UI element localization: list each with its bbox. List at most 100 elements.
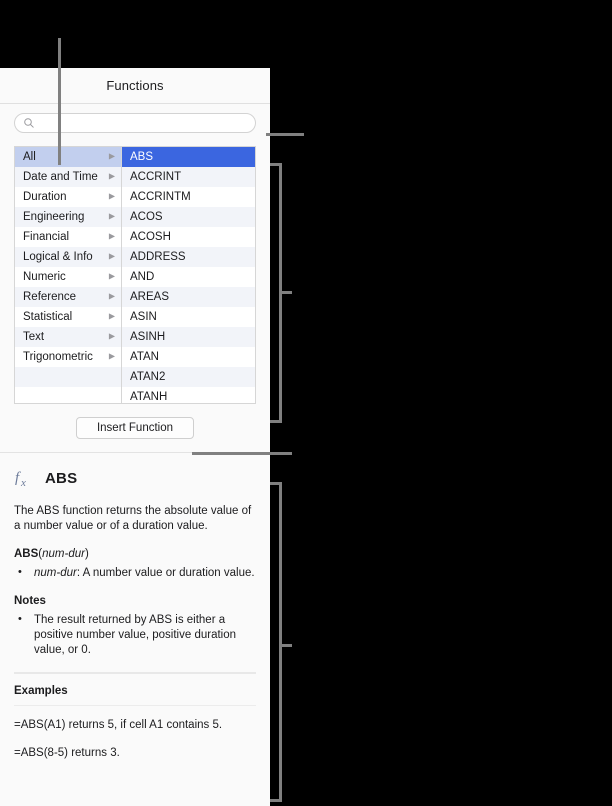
category-row[interactable]: Numeric ▶	[15, 267, 121, 287]
category-label: Statistical	[23, 311, 73, 323]
insert-row: Insert Function	[0, 417, 270, 439]
function-row[interactable]: ASIN	[122, 307, 255, 327]
category-row-empty	[15, 367, 121, 387]
function-browser: All ▶ Date and Time ▶ Duration ▶ Engineering ▶ F…	[14, 146, 256, 404]
chevron-right-icon[interactable]: ▶	[109, 312, 115, 321]
function-label: ATANH	[130, 391, 168, 403]
function-row[interactable]: ACOS	[122, 207, 255, 227]
callout-bracket-list-bottom	[270, 420, 282, 423]
function-label: ASINH	[130, 331, 166, 343]
examples-heading: Examples	[14, 685, 68, 697]
chevron-right-icon[interactable]: ▶	[109, 332, 115, 341]
insert-function-button[interactable]: Insert Function	[75, 417, 195, 439]
callout-bracket-help-bottom	[270, 799, 282, 802]
function-row[interactable]: ADDRESS	[122, 247, 255, 267]
category-label: Logical & Info	[23, 251, 93, 263]
callout-bracket-help-tick	[282, 644, 292, 647]
callout-bracket-list-top	[270, 163, 282, 166]
category-row-empty	[15, 387, 121, 403]
search-row	[0, 104, 270, 141]
divider	[14, 705, 256, 706]
function-label: AREAS	[130, 291, 169, 303]
category-label: Numeric	[23, 271, 66, 283]
fx-icon: f x	[15, 470, 26, 489]
category-row[interactable]: Reference ▶	[15, 287, 121, 307]
callout-line-search-horizontal	[266, 133, 304, 136]
function-row[interactable]: ABS	[122, 147, 255, 167]
category-row[interactable]: Statistical ▶	[15, 307, 121, 327]
category-label: Reference	[23, 291, 77, 303]
syntax-function-name: ABS	[14, 548, 39, 560]
help-header: f x ABS	[14, 467, 256, 490]
chevron-right-icon[interactable]: ▶	[109, 212, 115, 221]
examples-list: =ABS(A1) returns 5, if cell A1 contains …	[14, 718, 256, 761]
search-field[interactable]	[14, 112, 256, 133]
category-row[interactable]: Trigonometric ▶	[15, 347, 121, 367]
function-row[interactable]: ATAN	[122, 347, 255, 367]
chevron-right-icon[interactable]: ▶	[109, 352, 115, 361]
function-label: AND	[130, 271, 155, 283]
chevron-right-icon[interactable]: ▶	[109, 152, 115, 161]
function-row[interactable]: ACCRINT	[122, 167, 255, 187]
divider	[14, 672, 256, 674]
category-row[interactable]: Text ▶	[15, 327, 121, 347]
example-line: =ABS(A1) returns 5, if cell A1 contains …	[14, 719, 223, 731]
search-input[interactable]	[39, 114, 249, 131]
svg-text:x: x	[20, 477, 26, 489]
function-row[interactable]: ATAN2	[122, 367, 255, 387]
function-label: ATAN2	[130, 371, 166, 383]
syntax-argument: num-dur	[42, 548, 85, 560]
page-title: Functions	[106, 78, 164, 93]
function-list[interactable]: ABS ACCRINT ACCRINTM ACOS ACOSH ADDRESS AND ARE…	[122, 147, 255, 403]
category-label: All	[23, 151, 36, 163]
function-row[interactable]: ASINH	[122, 327, 255, 347]
category-list[interactable]: All ▶ Date and Time ▶ Duration ▶ Engineering ▶ F…	[15, 147, 122, 403]
chevron-right-icon[interactable]: ▶	[109, 232, 115, 241]
category-row[interactable]: Date and Time ▶	[15, 167, 121, 187]
callout-line-search-vertical	[58, 38, 61, 165]
category-row[interactable]: All ▶	[15, 147, 121, 167]
functions-panel: Functions All ▶ Date and Time ▶ Duration ▶ Eng…	[0, 68, 270, 806]
parameter-item: num-dur: A number value or duration valu…	[14, 565, 256, 581]
category-label: Text	[23, 331, 45, 343]
function-label: ACCRINTM	[130, 191, 191, 203]
help-function-name: ABS	[45, 469, 78, 487]
example-line: =ABS(8-5) returns 3.	[14, 747, 120, 759]
callout-bracket-help-top	[270, 482, 282, 485]
chevron-right-icon[interactable]: ▶	[109, 252, 115, 261]
category-row[interactable]: Financial ▶	[15, 227, 121, 247]
category-label: Financial	[23, 231, 70, 243]
category-row[interactable]: Duration ▶	[15, 187, 121, 207]
function-label: ASIN	[130, 311, 157, 323]
category-row[interactable]: Engineering ▶	[15, 207, 121, 227]
category-label: Date and Time	[23, 171, 98, 183]
callout-line-insert-function	[192, 452, 292, 455]
function-label: ATAN	[130, 351, 159, 363]
function-row[interactable]: AND	[122, 267, 255, 287]
chevron-right-icon[interactable]: ▶	[109, 272, 115, 281]
search-icon	[24, 117, 34, 128]
parameter-description: : A number value or duration value.	[76, 567, 255, 579]
help-description: The ABS function returns the absolute va…	[14, 505, 252, 532]
note-item: The result returned by ABS is either a p…	[14, 612, 256, 658]
function-row[interactable]: AREAS	[122, 287, 255, 307]
function-row[interactable]: ACOSH	[122, 227, 255, 247]
function-row[interactable]: ACCRINTM	[122, 187, 255, 207]
function-label: ADDRESS	[130, 251, 186, 263]
parameter-name: num-dur	[34, 567, 77, 579]
function-label: ACOS	[130, 211, 163, 223]
chevron-right-icon[interactable]: ▶	[109, 192, 115, 201]
chevron-right-icon[interactable]: ▶	[109, 172, 115, 181]
function-label: ABS	[130, 151, 154, 163]
help-syntax: ABS(num-dur)	[14, 548, 256, 560]
category-label: Engineering	[23, 211, 85, 223]
callout-bracket-list-tick	[282, 291, 292, 294]
chevron-right-icon[interactable]: ▶	[109, 292, 115, 301]
notes-list: The result returned by ABS is either a p…	[14, 612, 256, 658]
function-row[interactable]: ATANH	[122, 387, 255, 403]
category-label: Trigonometric	[23, 351, 93, 363]
notes-heading: Notes	[14, 595, 46, 607]
category-row[interactable]: Logical & Info ▶	[15, 247, 121, 267]
function-label: ACCRINT	[130, 171, 182, 183]
parameter-list: num-dur: A number value or duration valu…	[14, 565, 256, 581]
